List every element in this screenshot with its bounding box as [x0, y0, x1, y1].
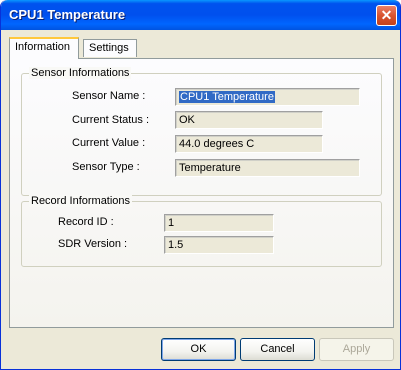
ok-button[interactable]: OK [161, 338, 236, 361]
sdr-version-field[interactable]: 1.5 [164, 236, 274, 254]
sdr-version-label: SDR Version : [58, 238, 128, 250]
current-value-label: Current Value : [72, 137, 146, 149]
current-status-field[interactable]: OK [175, 111, 323, 129]
sensor-name-label: Sensor Name : [72, 90, 146, 102]
close-icon[interactable]: ✕ [376, 5, 397, 26]
cancel-button[interactable]: Cancel [240, 338, 315, 361]
tab-information[interactable]: Information [9, 37, 79, 59]
title-bar[interactable]: CPU1 Temperature ✕ [1, 0, 400, 30]
record-info-title: Record Informations [29, 195, 133, 207]
window-title: CPU1 Temperature [9, 7, 126, 22]
apply-button[interactable]: Apply [319, 338, 394, 361]
record-id-label: Record ID : [58, 216, 114, 228]
dialog-window: CPU1 Temperature ✕ Information Settings … [0, 0, 401, 370]
tab-panel-information: Sensor Informations Sensor Name : CPU1 T… [9, 58, 394, 328]
record-info-group: Record Informations Record ID : 1 SDR Ve… [21, 195, 382, 267]
sensor-type-field[interactable]: Temperature [175, 159, 360, 177]
current-value-field[interactable]: 44.0 degrees C [175, 135, 323, 153]
sensor-name-value: CPU1 Temperature [179, 91, 275, 103]
current-status-label: Current Status : [72, 114, 150, 126]
tab-settings[interactable]: Settings [83, 39, 137, 57]
sensor-info-group: Sensor Informations Sensor Name : CPU1 T… [21, 67, 382, 196]
sensor-name-field[interactable]: CPU1 Temperature [175, 88, 360, 106]
sensor-type-label: Sensor Type : [72, 161, 140, 173]
sensor-info-title: Sensor Informations [29, 67, 132, 79]
record-id-field[interactable]: 1 [164, 214, 274, 232]
